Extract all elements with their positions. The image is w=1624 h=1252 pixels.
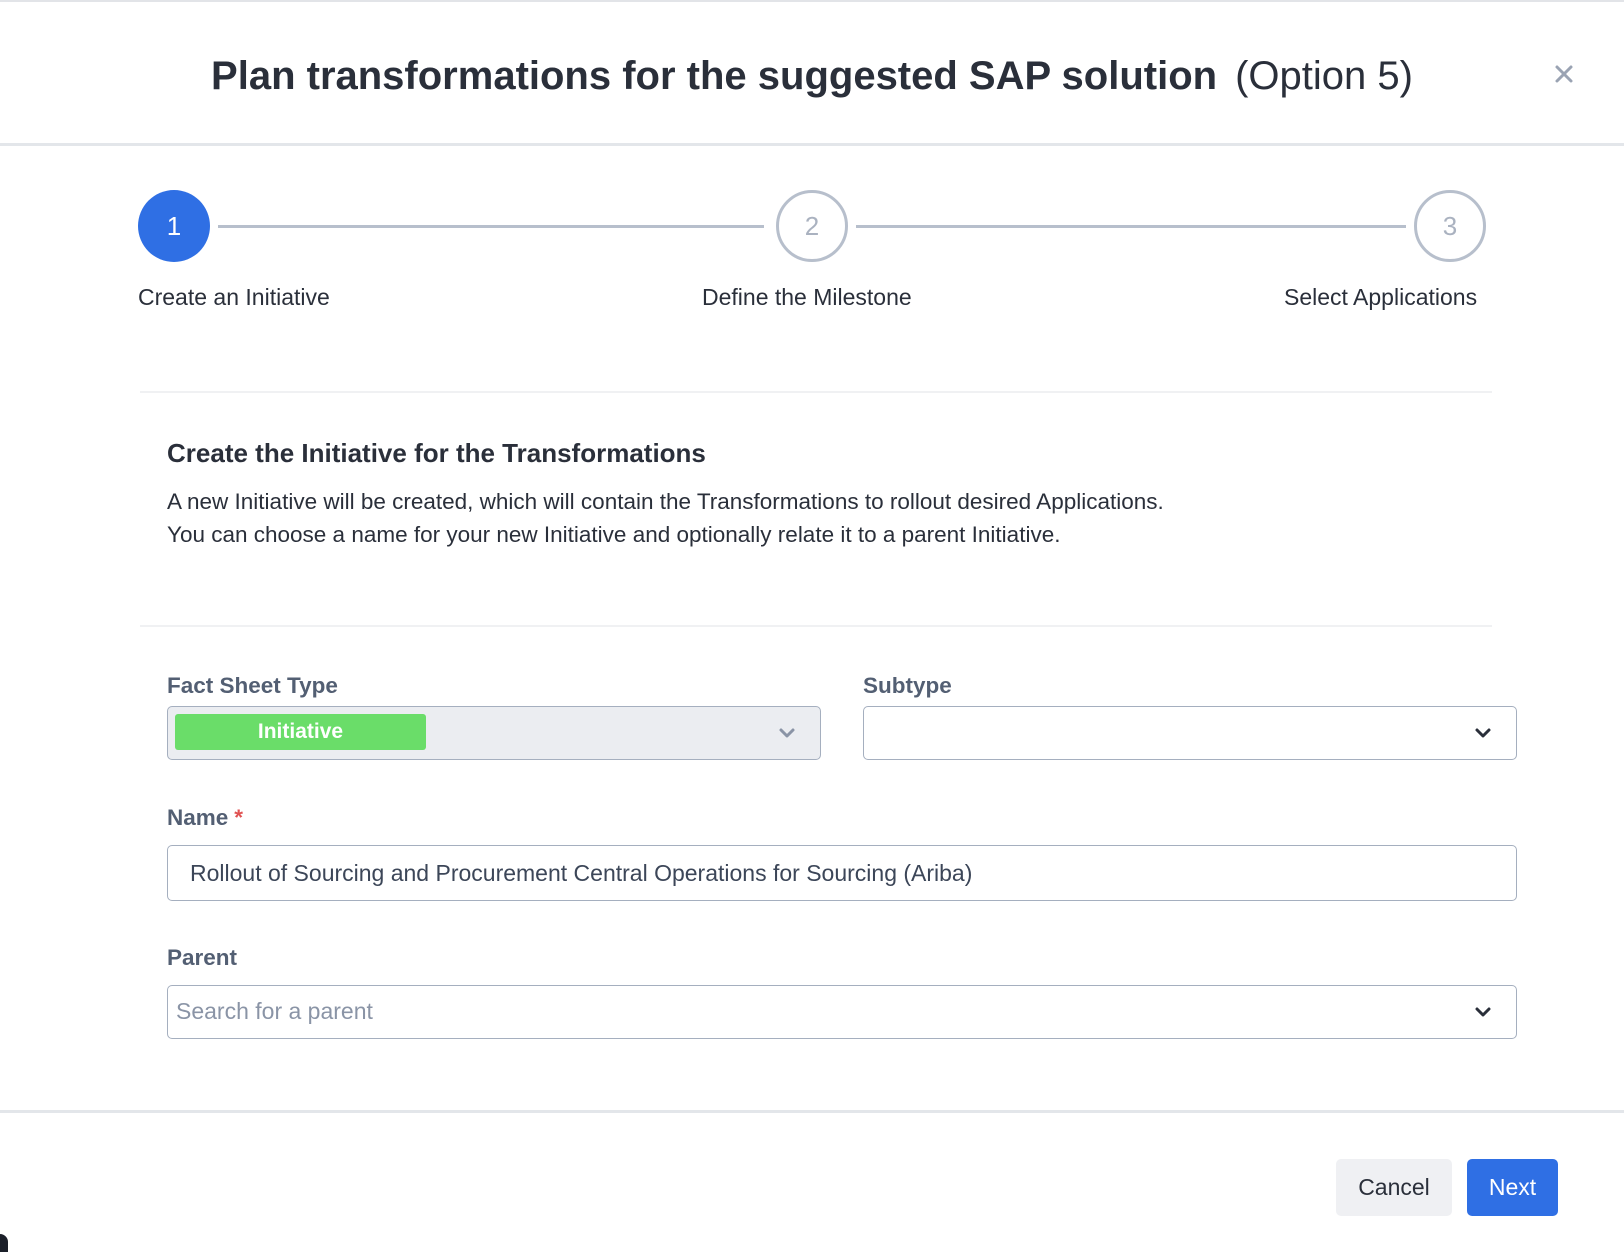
background-window-edge	[0, 1234, 8, 1252]
name-input[interactable]: Rollout of Sourcing and Procurement Cent…	[167, 845, 1517, 901]
wizard-stepper: 1 2 3 Create an Initiative Define the Mi…	[0, 2, 1624, 322]
fact-sheet-type-select[interactable]: Initiative	[167, 706, 821, 760]
step-2-indicator[interactable]: 2	[776, 190, 848, 262]
step-connector-1-2	[218, 225, 764, 228]
footer-divider	[0, 1110, 1624, 1113]
chevron-down-icon	[1475, 1007, 1491, 1017]
initiative-type-badge: Initiative	[175, 714, 426, 750]
chevron-down-icon	[779, 728, 795, 738]
section-title: Create the Initiative for the Transforma…	[167, 438, 706, 468]
required-indicator: *	[234, 805, 244, 830]
subtype-label: Subtype	[863, 673, 952, 698]
plan-transformations-dialog: Plan transformations for the suggested S…	[0, 0, 1624, 1252]
step-connector-2-3	[856, 225, 1406, 228]
cancel-button[interactable]: Cancel	[1336, 1159, 1452, 1216]
parent-search-input[interactable]: Search for a parent	[167, 985, 1517, 1039]
parent-search-placeholder: Search for a parent	[176, 998, 373, 1024]
section-divider-bottom	[140, 625, 1492, 627]
step-1-label: Create an Initiative	[138, 284, 330, 310]
step-1-indicator[interactable]: 1	[138, 190, 210, 262]
parent-label: Parent	[167, 945, 238, 970]
step-2-label: Define the Milestone	[702, 284, 912, 310]
subtype-select[interactable]	[863, 706, 1517, 760]
name-label: Name *	[167, 805, 243, 831]
step-3-indicator[interactable]: 3	[1414, 190, 1486, 262]
section-divider-top	[140, 391, 1492, 393]
chevron-down-icon	[1475, 728, 1491, 738]
next-button[interactable]: Next	[1467, 1159, 1558, 1216]
step-3-label: Select Applications	[1284, 284, 1478, 310]
fact-sheet-type-label: Fact Sheet Type	[167, 673, 338, 698]
section-description: A new Initiative will be created, which …	[167, 489, 1164, 547]
name-label-text: Name	[167, 805, 229, 830]
